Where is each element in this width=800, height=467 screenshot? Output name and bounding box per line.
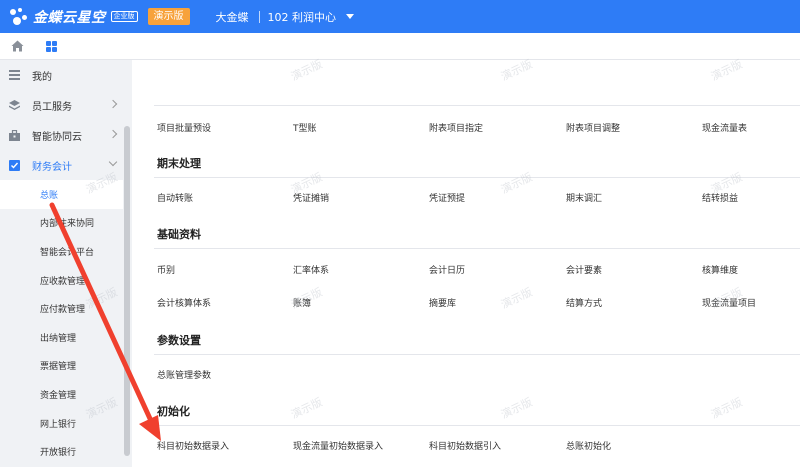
link-gl-initialization[interactable]: 总账初始化 [566,439,611,452]
link-t-account[interactable]: T型账 [293,121,317,134]
tab-home[interactable] [0,33,34,60]
sidebar-item-mine[interactable]: 我的 [0,60,132,90]
sidebar-item-label: 员工服务 [32,101,72,113]
chevron-down-icon[interactable] [346,14,354,19]
app-name: 金蝶云星空 [33,9,106,26]
link-period-end-fx-adjust[interactable]: 期末调汇 [566,191,602,204]
link-accounting-dimensions[interactable]: 核算维度 [702,263,738,276]
link-gl-parameters[interactable]: 总账管理参数 [157,368,211,381]
sidebar-subitem-receivables[interactable]: 应收款管理 [0,266,132,295]
sidebar-scrollbar[interactable] [124,126,130,456]
layers-icon [9,100,20,111]
sidebar-item-label: 财务会计 [32,161,72,173]
home-icon [11,40,23,52]
organization-name[interactable]: 大金蝶 [216,9,249,25]
link-accounting-calendar[interactable]: 会计日历 [429,263,465,276]
top-bar: 金蝶云星空 企业版 演示版 大金蝶 102 利润中心 [0,0,800,33]
link-accounting-system[interactable]: 会计核算体系 [157,296,211,309]
sidebar-item-label: 我的 [32,71,52,83]
sidebar-subitem-open-banking[interactable]: 开放银行 [0,437,132,466]
sidebar: 我的 员工服务 智能协同云 财务会计 总账 内部往来协同 智能会计平台 应收款管… [0,60,132,467]
sidebar-item-collaboration-cloud[interactable]: 智能协同云 [0,120,132,150]
sidebar-subitem-cashier[interactable]: 出纳管理 [0,323,132,352]
divider [154,425,800,426]
link-voucher-amortization[interactable]: 凭证摊销 [293,191,329,204]
sidebar-subitem-online-banking[interactable]: 网上银行 [0,409,132,438]
link-auto-transfer[interactable]: 自动转账 [157,191,193,204]
link-schedule-item-assign[interactable]: 附表项目指定 [429,121,483,134]
org-divider [258,10,260,23]
demo-badge: 演示版 [147,8,190,25]
link-exchange-rate-system[interactable]: 汇率体系 [293,263,329,276]
main-content: 项目批量预设 T型账 附表项目指定 附表项目调整 现金流量表 期末处理 自动转账… [132,60,800,467]
sidebar-item-financial-accounting[interactable]: 财务会计 [0,150,132,180]
section-title-period-end: 期末处理 [157,157,201,170]
chevron-right-icon [108,129,118,139]
link-summary-library[interactable]: 摘要库 [429,296,456,309]
link-project-batch-preset[interactable]: 项目批量预设 [157,121,211,134]
link-carry-forward-pl[interactable]: 结转损益 [702,191,738,204]
list-icon [9,70,20,81]
link-ledger[interactable]: 账簿 [293,296,311,309]
link-settlement-method[interactable]: 结算方式 [566,296,602,309]
sidebar-subitem-intercompany[interactable]: 内部往来协同 [0,209,132,238]
link-currency[interactable]: 币别 [157,263,175,276]
edition-badge: 企业版 [110,11,138,22]
link-cash-flow-items[interactable]: 现金流量项目 [702,296,756,309]
briefcase-icon [9,129,20,141]
profit-center-name[interactable]: 102 利润中心 [268,9,337,25]
section-title-parameters: 参数设置 [157,334,201,347]
link-cash-flow-statement[interactable]: 现金流量表 [702,121,747,134]
sidebar-subitem-general-ledger[interactable]: 总账 [0,180,123,209]
divider [154,248,800,249]
link-account-initial-data-import[interactable]: 科目初始数据引入 [429,439,501,452]
sidebar-subitem-notes[interactable]: 票据管理 [0,352,132,381]
chevron-right-icon [108,99,118,109]
tab-app-grid[interactable] [34,33,68,60]
divider [154,105,800,106]
grid-icon [45,40,57,52]
chevron-down-icon [108,157,118,167]
tab-strip [0,33,800,60]
link-account-initial-data-entry[interactable]: 科目初始数据录入 [157,439,229,452]
divider [154,354,800,355]
section-title-initialization: 初始化 [157,405,190,418]
sidebar-subitem-payables[interactable]: 应付款管理 [0,294,132,323]
kingdee-logo-icon [10,7,28,26]
sidebar-subitem-smart-accounting[interactable]: 智能会计平台 [0,237,132,266]
link-accounting-elements[interactable]: 会计要素 [566,263,602,276]
section-title-basic-data: 基础资料 [157,228,201,241]
finance-icon [9,159,20,171]
sidebar-item-label: 智能协同云 [32,131,82,143]
divider [154,177,800,178]
sidebar-item-employee-service[interactable]: 员工服务 [0,90,132,120]
sidebar-subitem-funds[interactable]: 资金管理 [0,380,132,409]
link-cash-flow-initial-data-entry[interactable]: 现金流量初始数据录入 [293,439,383,452]
link-schedule-item-adjust[interactable]: 附表项目调整 [566,121,620,134]
link-voucher-accrual[interactable]: 凭证预提 [429,191,465,204]
app-logo[interactable]: 金蝶云星空 企业版 [10,7,138,27]
